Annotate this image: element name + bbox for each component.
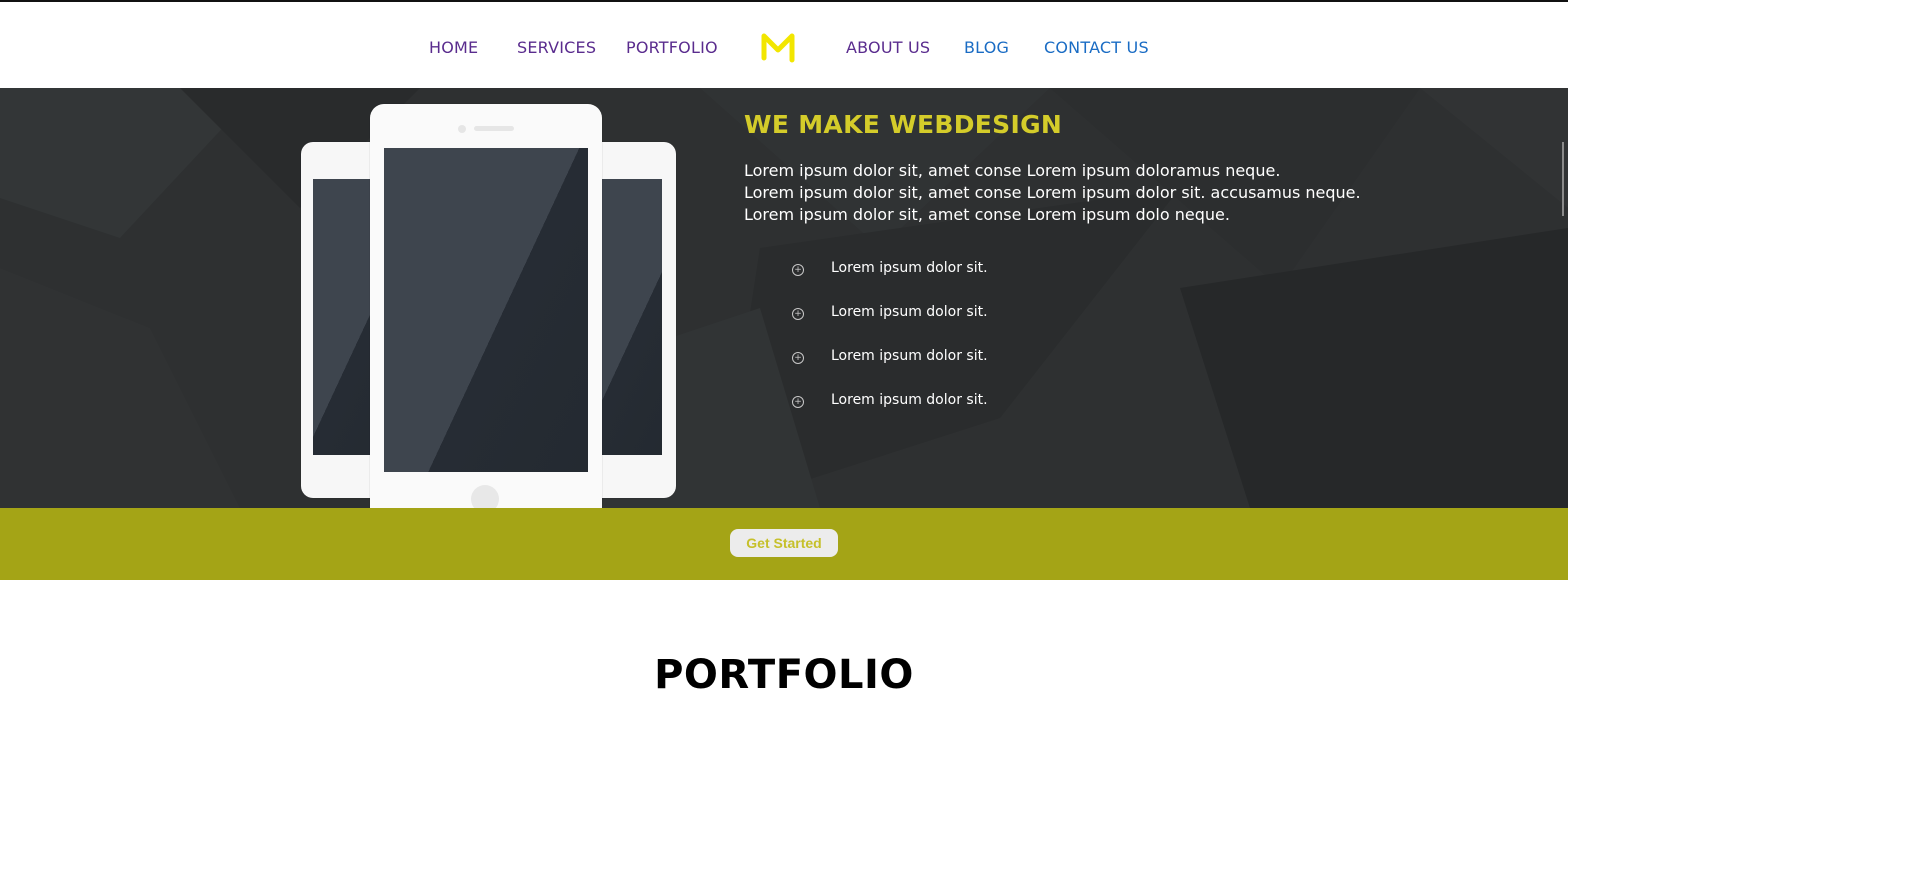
list-item-text: Lorem ipsum dolor sit. xyxy=(831,348,988,364)
cta-band: Get Started xyxy=(0,508,1568,580)
list-item-text: Lorem ipsum dolor sit. xyxy=(831,260,988,276)
circle-plus-icon: + xyxy=(792,396,804,408)
hero-paragraph-line: Lorem ipsum dolor sit, amet conse Lorem … xyxy=(744,161,1281,180)
nav-contact-link[interactable]: CONTACT US xyxy=(1044,38,1149,57)
circle-plus-icon: + xyxy=(792,308,804,320)
nav-services-link[interactable]: SERVICES xyxy=(517,38,596,57)
phone-main-mockup xyxy=(370,104,602,508)
nav-portfolio-link[interactable]: PORTFOLIO xyxy=(626,38,718,57)
circle-plus-icon: + xyxy=(792,352,804,364)
nav-home-link[interactable]: HOME xyxy=(429,38,478,57)
hero-section: WE MAKE WEBDESIGN Lorem ipsum dolor sit,… xyxy=(0,88,1568,508)
hero-paragraph-line: Lorem ipsum dolor sit, amet conse Lorem … xyxy=(744,183,1361,202)
get-started-button[interactable]: Get Started xyxy=(730,529,838,557)
circle-plus-icon: + xyxy=(792,264,804,276)
nav-blog-link[interactable]: BLOG xyxy=(964,38,1009,57)
m-logo-icon[interactable] xyxy=(760,30,796,64)
main-nav: HOME SERVICES PORTFOLIO ABOUT US BLOG CO… xyxy=(0,2,1568,88)
hero-paragraph-line: Lorem ipsum dolor sit, amet conse Lorem … xyxy=(744,205,1230,224)
nav-about-link[interactable]: ABOUT US xyxy=(846,38,930,57)
hero-paragraph: Lorem ipsum dolor sit, amet conse Lorem … xyxy=(744,160,1361,226)
scrollbar-thumb[interactable] xyxy=(1562,142,1564,216)
list-item-text: Lorem ipsum dolor sit. xyxy=(831,392,988,408)
hero-background xyxy=(0,88,1568,508)
list-item-text: Lorem ipsum dolor sit. xyxy=(831,304,988,320)
hero-title: WE MAKE WEBDESIGN xyxy=(744,110,1063,139)
portfolio-heading: PORTFOLIO xyxy=(654,652,914,698)
